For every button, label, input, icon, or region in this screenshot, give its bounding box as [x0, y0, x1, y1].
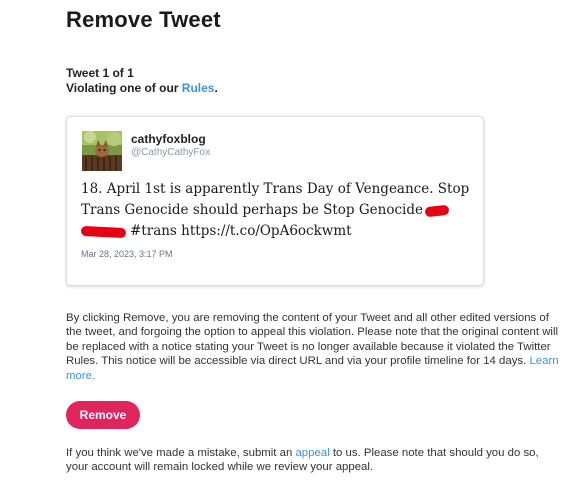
avatar-image-icon — [82, 131, 122, 171]
removal-explanation: By clicking Remove, you are removing the… — [66, 311, 560, 383]
violation-meta: Tweet 1 of 1 Violating one of our Rules. — [66, 66, 218, 96]
page-title: Remove Tweet — [66, 7, 221, 32]
redaction-mark — [80, 225, 127, 238]
tweet-counter: Tweet 1 of 1 — [66, 66, 134, 80]
tweet-display-name: cathyfoxblog — [131, 132, 206, 146]
violation-prefix: Violating one of our — [66, 81, 179, 95]
violation-suffix: . — [214, 81, 218, 95]
tweet-text-part1: 18. April 1st is apparently Trans Day of… — [81, 181, 470, 218]
appeal-prefix: If you think we've made a mistake, submi… — [66, 447, 293, 459]
tweet-text: 18. April 1st is apparently Trans Day of… — [80, 179, 471, 242]
tweet-card: cathyfoxblog @CathyCathyFox 18. April 1s… — [66, 116, 484, 286]
violation-line: Violating one of our Rules. — [66, 81, 218, 96]
tweet-text-part2: #trans https://t.co/OpA6ockwmt — [130, 223, 352, 239]
appeal-note: If you think we've made a mistake, submi… — [66, 446, 560, 475]
tweet-handle: @CathyCathyFox — [131, 147, 211, 158]
rules-link[interactable]: Rules — [182, 81, 215, 95]
fox-photo-avatar — [82, 131, 122, 171]
tweet-timestamp: Mar 28, 2023, 3:17 PM — [81, 249, 173, 259]
appeal-link[interactable]: appeal — [295, 447, 329, 459]
redaction-mark — [424, 204, 450, 217]
explanation-text: By clicking Remove, you are removing the… — [66, 312, 559, 368]
remove-button[interactable]: Remove — [66, 401, 140, 429]
